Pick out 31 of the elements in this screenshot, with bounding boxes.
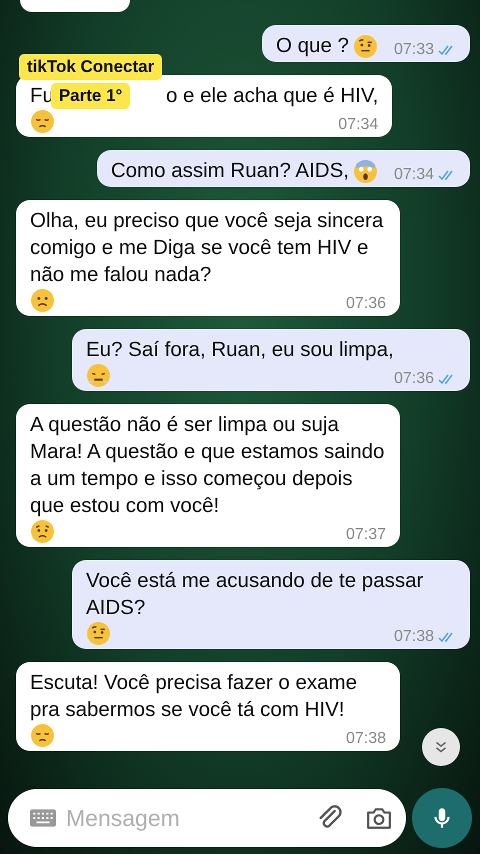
message-time: 07:36 xyxy=(394,370,434,388)
camera-icon[interactable] xyxy=(366,806,392,830)
emoji-face-icon xyxy=(352,34,378,59)
emoji-face-icon xyxy=(86,363,111,388)
emoji-face-icon xyxy=(86,621,111,646)
emoji-face-icon xyxy=(30,723,55,748)
caption-tag: tikTok Conectar xyxy=(19,54,162,80)
scroll-down-button[interactable] xyxy=(422,728,460,766)
keyboard-icon[interactable] xyxy=(30,809,56,827)
message-time: 07:37 xyxy=(346,526,386,544)
message-text: Você está me acusando de te passar AIDS? xyxy=(86,568,424,621)
message-text: Olha, eu preciso que você seja sincera comigo e me Diga se você tem HIV e não me falou nada? xyxy=(30,208,384,288)
emoji-face-icon xyxy=(30,519,55,544)
message-text: Como assim Ruan? AIDS, xyxy=(110,158,349,184)
emoji-face-icon xyxy=(352,159,378,184)
message-text: A questão não é ser limpa ou suja Mara! A questão e que estamos saindo a um tempo e isso começou depois que estou com você! xyxy=(30,412,386,519)
message-time: 07:38 xyxy=(346,730,386,748)
message-text: o e ele acha que é HIV, xyxy=(166,84,378,107)
message-text: Eu? Saí fora, Ruan, eu sou limpa, xyxy=(86,337,394,363)
message-text: O que ? xyxy=(276,33,349,59)
message-time: 07:38 xyxy=(394,628,434,646)
message-input-field[interactable]: Mensagem xyxy=(66,804,306,832)
message-text: Escuta! Você precisa fazer o exame pra sabermos se você tá com HIV! xyxy=(30,670,358,723)
message-time: 07:36 xyxy=(346,295,386,313)
emoji-face-icon xyxy=(30,109,55,134)
message-field[interactable]: Mensagem xyxy=(8,789,406,847)
message-time: 07:33 xyxy=(394,41,434,59)
message-time: 07:34 xyxy=(394,166,434,184)
message-time: 07:34 xyxy=(338,116,378,134)
emoji-face-icon xyxy=(30,288,55,313)
caption-tag: Parte 1° xyxy=(50,83,130,109)
